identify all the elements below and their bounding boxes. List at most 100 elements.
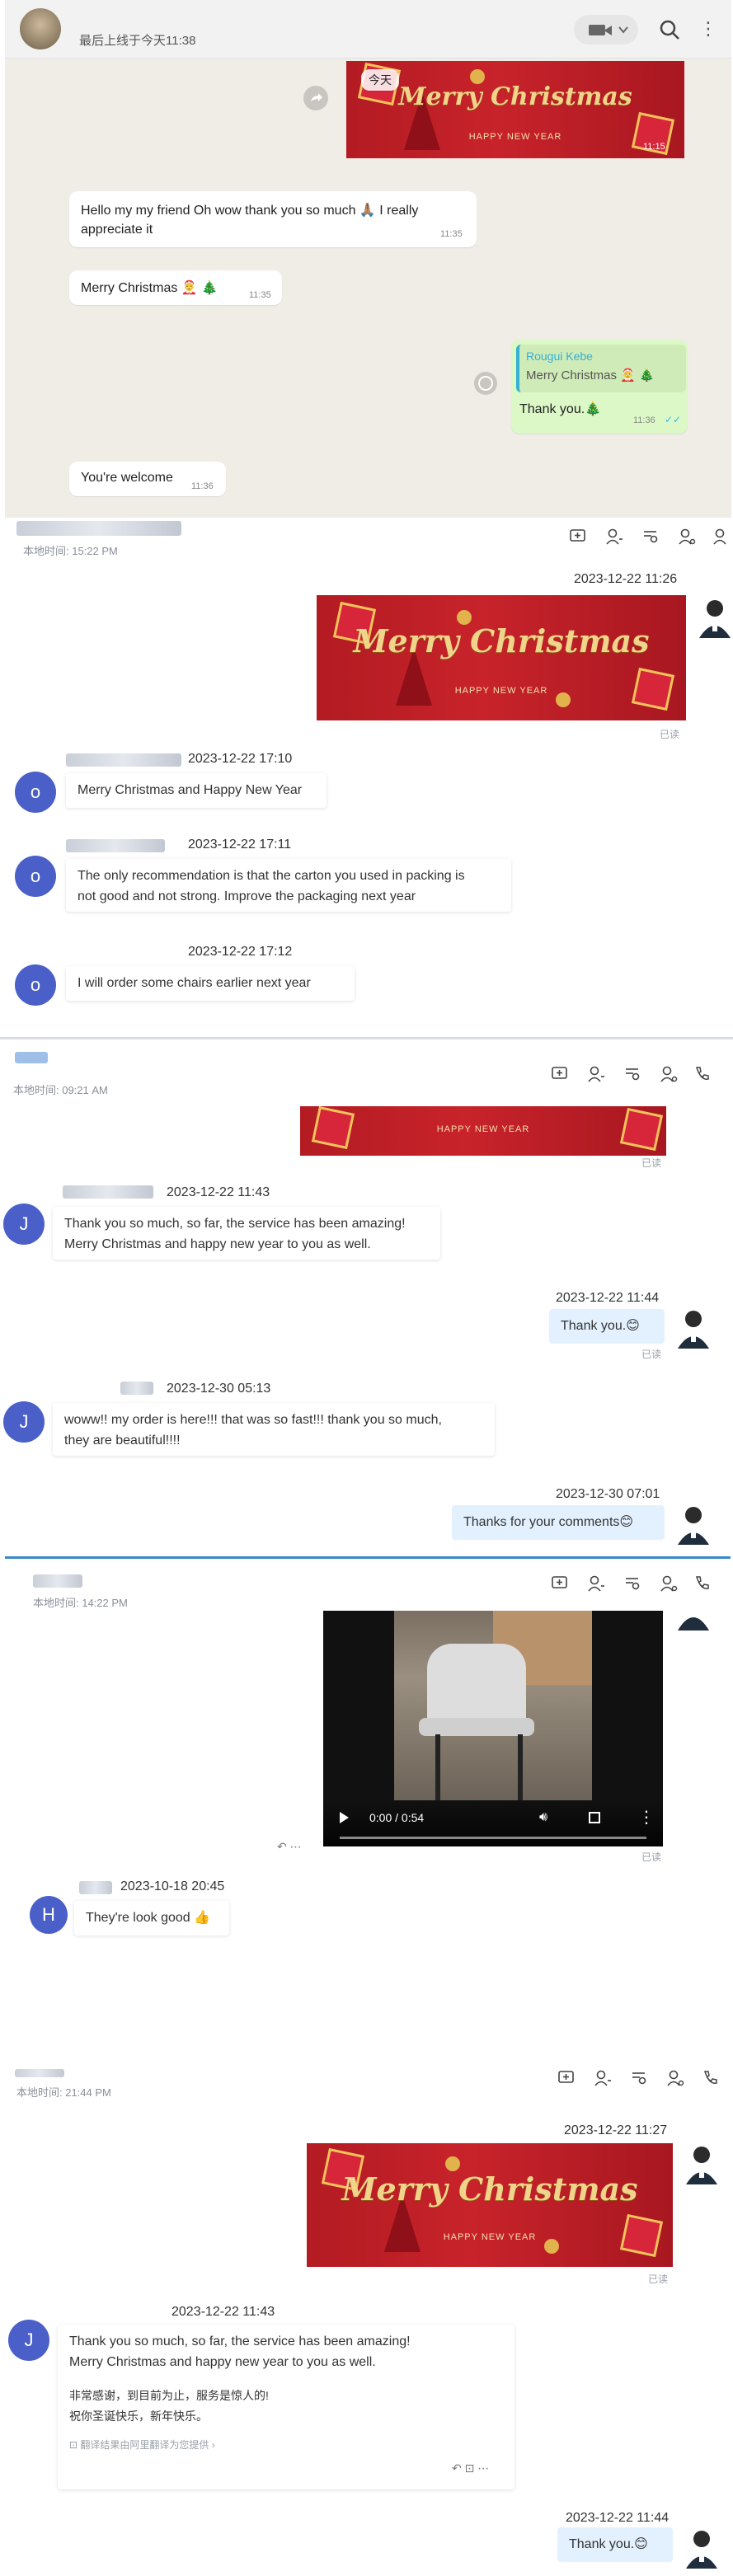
message-time: 11:35 xyxy=(249,290,271,300)
video-controls: 0:00 / 0:54 🔊︎ ⋮ xyxy=(323,1800,663,1846)
quoted-message[interactable]: Rougui Kebe Merry Christmas 🤶 🎄 xyxy=(516,345,686,392)
translation-text: 非常感谢，到目前为止，服务是惊人的! xyxy=(69,2389,269,2402)
message-actions-icon[interactable]: ↶ ⊡ ⋯ xyxy=(452,2461,489,2475)
add-comment-icon[interactable] xyxy=(569,528,587,546)
add-comment-icon[interactable] xyxy=(557,2069,576,2087)
add-comment-icon[interactable] xyxy=(551,1065,569,1083)
search-list-icon[interactable] xyxy=(641,528,660,546)
video-frame xyxy=(394,1611,592,1800)
contact-settings-icon[interactable] xyxy=(660,1065,678,1083)
agent-avatar xyxy=(678,1311,709,1349)
read-status: 已读 xyxy=(660,729,680,740)
phone-icon[interactable] xyxy=(701,2069,719,2087)
message-text: Merry Christmas and Happy New Year xyxy=(78,783,303,797)
message-time: 11:35 xyxy=(440,229,463,239)
phone-icon[interactable] xyxy=(693,1574,711,1593)
message-time: 11:36 xyxy=(191,481,214,491)
outgoing-message[interactable]: Thank you.😊 xyxy=(557,2527,673,2562)
agent-avatar xyxy=(678,1507,709,1545)
message-timestamp: 2023-12-22 11:43 xyxy=(172,2305,275,2319)
message-text: I will order some chairs earlier next ye… xyxy=(78,976,311,990)
last-seen-status: 最后上线于今天11:38 xyxy=(79,34,196,48)
search-list-icon[interactable] xyxy=(623,1574,641,1593)
christmas-card-image[interactable]: Merry Christmas HAPPY NEW YEAR xyxy=(307,2143,673,2267)
chat-header: 最后上线于今天11:38 ⋮ xyxy=(5,0,731,59)
outgoing-message[interactable]: Thanks for your comments😊 xyxy=(452,1505,665,1540)
contact-avatar[interactable] xyxy=(20,8,61,49)
incoming-message[interactable]: Thank you so much, so far, the service h… xyxy=(58,2325,515,2489)
search-list-icon[interactable] xyxy=(623,1065,641,1083)
message-text: Thanks for your comments😊 xyxy=(463,1515,634,1529)
message-text: The only recommendation is that the cart… xyxy=(78,869,465,883)
profile-icon[interactable] xyxy=(711,528,729,546)
local-time: 本地时间: 21:44 PM xyxy=(16,2086,111,2099)
message-text: Merry Christmas and happy new year to yo… xyxy=(64,1237,371,1251)
add-contact-icon[interactable] xyxy=(594,2069,612,2087)
incoming-message[interactable]: The only recommendation is that the cart… xyxy=(66,859,511,912)
incoming-message[interactable]: woww!! my order is here!!! that was so f… xyxy=(53,1403,495,1456)
message-timestamp: 2023-12-22 11:44 xyxy=(556,1291,660,1305)
crm-chat-panel-3: 本地时间: 14:22 PM 0:00 / 0:54 🔊︎ ⋮ ↶ ⋯ 已读 H… xyxy=(0,1561,733,2066)
customer-avatar: H xyxy=(30,1896,68,1934)
volume-icon[interactable]: 🔊︎ xyxy=(539,1810,557,1825)
video-chair-leg xyxy=(435,1734,440,1800)
message-text: Thank you.🎄 xyxy=(519,402,602,416)
message-text: Merry Christmas and happy new year to yo… xyxy=(69,2355,376,2369)
add-comment-icon[interactable] xyxy=(551,1574,569,1593)
video-progress-bar[interactable] xyxy=(340,1837,646,1839)
add-contact-icon[interactable] xyxy=(587,1574,605,1593)
video-call-button[interactable] xyxy=(574,15,638,45)
search-icon[interactable] xyxy=(658,18,681,41)
redacted-customer-name xyxy=(66,753,181,767)
redacted-customer-name xyxy=(120,1382,153,1395)
emoji-reaction-icon[interactable] xyxy=(473,371,498,396)
incoming-message[interactable]: Hello my my friend Oh wow thank you so m… xyxy=(69,191,477,247)
video-chair-seat xyxy=(419,1718,534,1736)
agent-avatar xyxy=(678,1617,709,1631)
play-icon[interactable] xyxy=(340,1812,349,1823)
translation-text: 祝你圣诞快乐，新年快乐。 xyxy=(69,2409,208,2423)
message-timestamp: 2023-12-22 11:44 xyxy=(566,2511,670,2525)
contact-settings-icon[interactable] xyxy=(660,1574,678,1593)
contact-settings-icon[interactable] xyxy=(666,2069,684,2087)
forward-icon[interactable] xyxy=(303,86,328,110)
card-subtitle: HAPPY NEW YEAR xyxy=(436,1124,530,1134)
message-text: not good and not strong. Improve the pac… xyxy=(78,889,416,903)
quote-text: Merry Christmas 🤶 🎄 xyxy=(526,368,655,382)
customer-avatar: o xyxy=(15,964,56,1006)
search-list-icon[interactable] xyxy=(630,2069,648,2087)
local-time: 本地时间: 15:22 PM xyxy=(23,545,118,557)
crm-chat-panel-2: 本地时间: 09:21 AM HAPPY NEW YEAR 已读 J 2023-… xyxy=(0,1040,733,1560)
incoming-message[interactable]: Thank you so much, so far, the service h… xyxy=(53,1207,440,1260)
incoming-message[interactable]: They're look good 👍 xyxy=(74,1901,229,1936)
message-text: woww!! my order is here!!! that was so f… xyxy=(64,1413,442,1427)
outgoing-message[interactable]: Thank you.😊 xyxy=(549,1309,665,1344)
incoming-message[interactable]: I will order some chairs earlier next ye… xyxy=(66,966,355,1001)
phone-icon[interactable] xyxy=(693,1065,711,1083)
christmas-card-image[interactable]: HAPPY NEW YEAR xyxy=(300,1106,666,1156)
message-time: 11:36 xyxy=(633,415,655,425)
redacted-contact-name xyxy=(15,2069,64,2077)
incoming-message[interactable]: You're welcome 11:36 xyxy=(69,462,226,496)
redacted-contact-name xyxy=(15,1052,48,1063)
incoming-message[interactable]: Merry Christmas and Happy New Year xyxy=(66,773,327,808)
add-contact-icon[interactable] xyxy=(587,1065,605,1083)
christmas-card-image[interactable]: Merry Christmas HAPPY NEW YEAR xyxy=(317,595,686,720)
video-menu-icon[interactable]: ⋮ xyxy=(638,1807,655,1828)
fullscreen-icon[interactable] xyxy=(589,1812,600,1823)
video-player[interactable]: 0:00 / 0:54 🔊︎ ⋮ xyxy=(323,1611,663,1846)
menu-dots-icon[interactable]: ⋮ xyxy=(699,16,717,41)
message-text: Merry Christmas 🤶 🎄 xyxy=(81,281,218,295)
reply-icon[interactable]: ↶ ⋯ xyxy=(277,1840,302,1854)
customer-avatar: J xyxy=(3,1401,45,1443)
customer-avatar: o xyxy=(15,772,56,813)
read-status: 已读 xyxy=(648,2273,669,2285)
contact-settings-icon[interactable] xyxy=(678,528,696,546)
ornament-decoration xyxy=(445,2156,460,2171)
message-timestamp: 2023-12-22 17:10 xyxy=(188,752,293,766)
local-time: 本地时间: 09:21 AM xyxy=(13,1084,108,1096)
add-contact-icon[interactable] xyxy=(605,528,623,546)
outgoing-message[interactable]: Rougui Kebe Merry Christmas 🤶 🎄 Thank yo… xyxy=(511,340,688,434)
incoming-message[interactable]: Merry Christmas 🤶 🎄 11:35 xyxy=(69,270,282,305)
crm-chat-panel-1: 本地时间: 15:22 PM 2023-12-22 11:26 Merry Ch… xyxy=(0,518,733,1037)
